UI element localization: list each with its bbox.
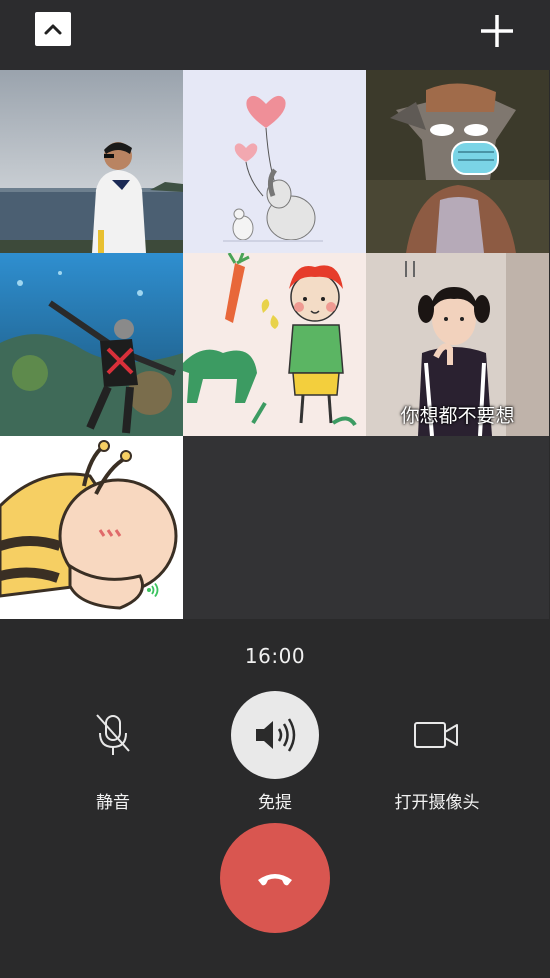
- participant-tile-5[interactable]: [183, 253, 366, 436]
- plus-icon: [481, 15, 513, 47]
- top-bar: [0, 0, 550, 70]
- participant-avatar-photo: [0, 70, 183, 253]
- video-camera-icon: [414, 722, 458, 748]
- participant-avatar-photo: [0, 253, 183, 436]
- speaker-button[interactable]: 免提: [185, 690, 365, 813]
- camera-label: 打开摄像头: [394, 793, 480, 813]
- speaker-label: 免提: [258, 793, 292, 813]
- participant-caption: 你想都不要想: [400, 405, 515, 427]
- camera-button[interactable]: 打开摄像头: [347, 690, 527, 813]
- collapse-button[interactable]: [35, 12, 71, 46]
- participant-tile-6[interactable]: 你想都不要想: [366, 253, 549, 436]
- speaker-icon: [256, 718, 296, 752]
- call-duration: 16:00: [244, 644, 306, 668]
- mute-button[interactable]: 静音: [23, 690, 203, 813]
- participant-tile-1[interactable]: [0, 70, 183, 253]
- participant-avatar-cartoon: [366, 70, 549, 253]
- participant-grid: 你想都不要想: [0, 70, 550, 620]
- speaker-toggle[interactable]: [231, 691, 319, 779]
- participant-tile-3[interactable]: [366, 70, 549, 253]
- hangup-button[interactable]: [220, 823, 330, 933]
- microphone-off-icon: [96, 714, 130, 755]
- phone-hangup-icon: [258, 874, 292, 886]
- empty-tile: [183, 436, 366, 619]
- participant-tile-7[interactable]: [0, 436, 183, 619]
- participant-tile-4[interactable]: [0, 253, 183, 436]
- empty-tile: [366, 436, 549, 619]
- participant-tile-2[interactable]: [183, 70, 366, 253]
- add-participant-button[interactable]: [476, 10, 518, 52]
- mute-label: 静音: [96, 793, 130, 813]
- call-controls-panel: 16:00 静音 免提 打开摄像头: [0, 620, 550, 978]
- participant-avatar-illustration: [183, 253, 366, 436]
- participant-avatar-illustration: [183, 70, 366, 253]
- speaking-indicator-icon: [147, 582, 159, 598]
- chevron-up-icon: [44, 24, 62, 35]
